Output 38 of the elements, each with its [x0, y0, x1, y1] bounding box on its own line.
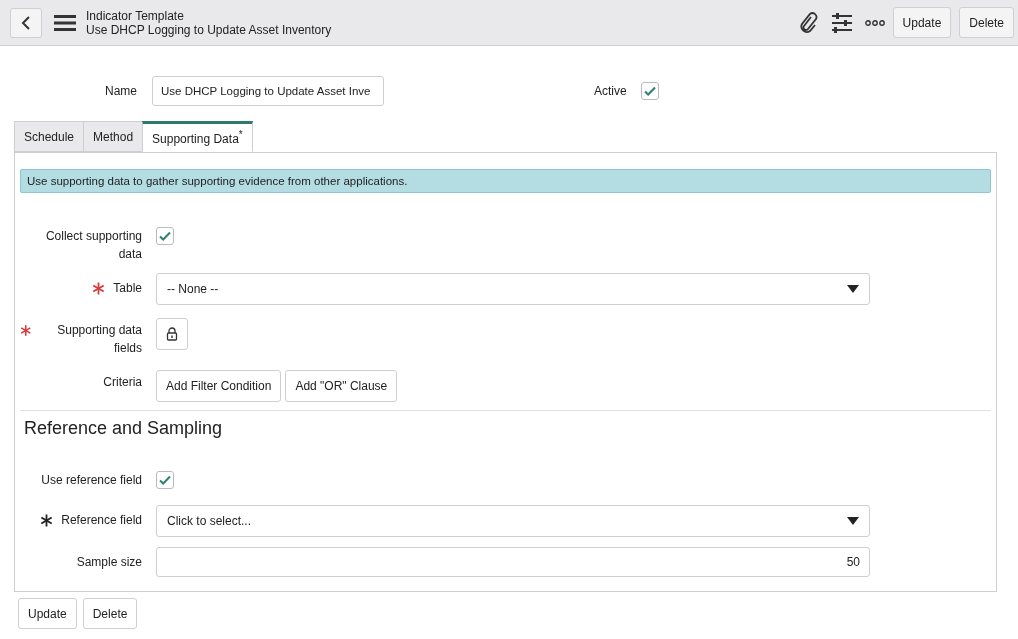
more-icon[interactable]: [864, 19, 885, 26]
header-button[interactable]: Update: [892, 7, 952, 38]
record-title: Use DHCP Logging to Update Asset Inventory: [86, 22, 332, 37]
menu-icon[interactable]: [54, 14, 76, 31]
tab[interactable]: Supporting Data$^{*}$: [142, 121, 253, 152]
field-label: Supporting data fields: [56, 322, 142, 357]
tab[interactable]: Method: [83, 121, 143, 152]
field-label: Use reference field: [41, 472, 142, 489]
name-field[interactable]: Use DHCP Logging to Update Asset Inve: [152, 76, 384, 106]
lock-icon: [166, 327, 178, 341]
footer-button[interactable]: Update: [18, 598, 77, 629]
checkbox[interactable]: [640, 82, 659, 100]
filter-button[interactable]: Add "OR" Clause: [285, 370, 398, 402]
dropdown-caret-icon: [847, 516, 859, 526]
settings-icon[interactable]: [830, 12, 853, 33]
lock-button[interactable]: [156, 318, 188, 350]
field-label: Collect supporting data: [44, 228, 142, 263]
filter-button[interactable]: Add Filter Condition: [156, 370, 282, 402]
section-heading: Reference and Sampling: [20, 410, 991, 439]
field-label: Name: [104, 84, 137, 98]
info-message: Use supporting data to gather supporting evidence from other applications.: [20, 169, 991, 193]
tab[interactable]: Schedule: [14, 121, 84, 152]
select-field[interactable]: Click to select...: [156, 505, 870, 537]
field-label: Criteria: [103, 374, 142, 391]
field-label: Sample size: [76, 554, 142, 571]
checkbox[interactable]: [156, 227, 174, 245]
header-button[interactable]: Delete: [959, 7, 1014, 38]
sample-size-field[interactable]: 50: [156, 547, 870, 577]
field-label: Table: [113, 280, 142, 297]
back-button[interactable]: [10, 7, 42, 38]
record-type: Indicator Template: [86, 8, 185, 23]
field-label: Reference field: [61, 512, 142, 529]
checkbox[interactable]: [156, 471, 174, 489]
footer-button[interactable]: Delete: [82, 598, 138, 629]
select-field[interactable]: -- None --: [156, 273, 870, 305]
dropdown-caret-icon: [847, 284, 859, 294]
field-label: Active: [594, 84, 627, 98]
chevron-left-icon: [21, 15, 31, 30]
